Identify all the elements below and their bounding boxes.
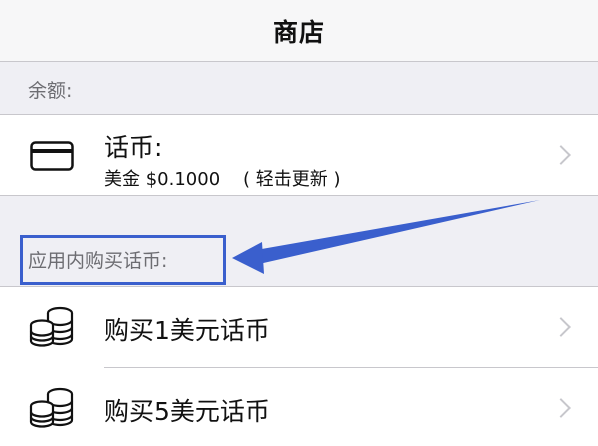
annotation-arrow bbox=[232, 200, 540, 274]
